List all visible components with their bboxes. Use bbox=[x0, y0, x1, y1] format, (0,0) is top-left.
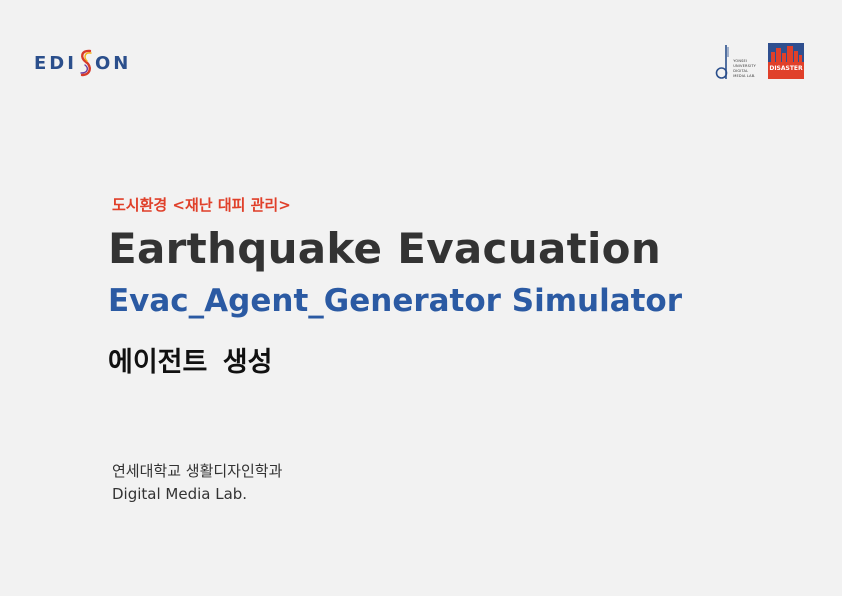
disaster-logo-icon: DISASTER bbox=[768, 43, 804, 79]
lab-d-icon bbox=[715, 45, 729, 79]
category-label: 도시환경 <재난 대피 관리> bbox=[112, 196, 291, 214]
edison-logo: EDI ON bbox=[34, 48, 131, 78]
edison-logo-suffix: ON bbox=[94, 52, 132, 74]
university-name: 연세대학교 생활디자인학과 bbox=[112, 462, 283, 480]
simulator-title: Evac_Agent_Generator Simulator bbox=[108, 283, 683, 319]
lab-logo-text: YONSEI UNIVERSITY DIGITAL MEDIA LAB. bbox=[733, 59, 756, 78]
page-title: Earthquake Evacuation bbox=[108, 224, 662, 273]
edison-s-icon bbox=[80, 49, 92, 77]
partner-logos: YONSEI UNIVERSITY DIGITAL MEDIA LAB. DIS… bbox=[714, 43, 804, 81]
edison-logo-prefix: EDI bbox=[34, 52, 77, 74]
lab-name: Digital Media Lab. bbox=[112, 485, 248, 503]
disaster-logo-text: DISASTER bbox=[769, 65, 803, 72]
korean-title: 에이전트 생성 bbox=[108, 347, 273, 378]
digital-media-lab-logo: YONSEI UNIVERSITY DIGITAL MEDIA LAB. bbox=[714, 43, 756, 81]
affiliation: 연세대학교 생활디자인학과 Digital Media Lab. bbox=[112, 460, 282, 506]
